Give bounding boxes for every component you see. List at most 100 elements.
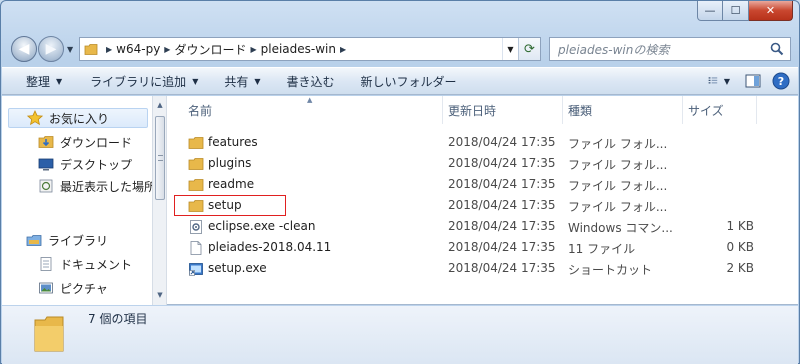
file-size: 0 KB xyxy=(726,240,754,254)
recent-places-icon xyxy=(38,178,54,194)
close-button[interactable]: ✕ xyxy=(749,1,793,21)
chevron-down-icon: ▼ xyxy=(56,76,63,86)
column-date[interactable]: 更新日時 xyxy=(442,102,496,120)
scrollbar-thumb[interactable] xyxy=(155,116,165,200)
file-name: pleiades-2018.04.11 xyxy=(208,240,332,254)
file-date: 2018/04/24 17:35 xyxy=(448,261,556,275)
preview-pane-icon xyxy=(745,74,761,88)
search-input[interactable]: pleiades-winの検索 xyxy=(549,37,791,61)
column-headers: ▲ 名前 更新日時 種類 サイズ xyxy=(168,96,798,124)
folder-icon xyxy=(84,43,98,55)
nav-item-recent[interactable]: 最近表示した場所 xyxy=(38,176,152,196)
breadcrumb-arrow-icon[interactable]: ▶ xyxy=(250,45,256,54)
recent-pages-dropdown[interactable]: ▼ xyxy=(67,45,73,54)
forward-button[interactable]: ▶ xyxy=(38,36,64,62)
search-icon[interactable] xyxy=(770,42,784,56)
highlight-annotation xyxy=(174,195,286,216)
column-size[interactable]: サイズ xyxy=(682,102,724,120)
organize-button[interactable]: 整理 ▼ xyxy=(16,73,72,90)
refresh-button[interactable]: ⟳ xyxy=(518,38,540,60)
breadcrumb-arrow-icon[interactable]: ▶ xyxy=(340,45,346,54)
file-type: ファイル フォル... xyxy=(568,158,668,172)
new-folder-label: 新しいフォルダー xyxy=(360,74,457,89)
column-divider[interactable] xyxy=(756,96,757,124)
file-row-plugins[interactable]: plugins 2018/04/24 17:35 ファイル フォル... xyxy=(172,153,796,174)
view-options-button[interactable]: ▼ xyxy=(708,71,730,91)
file-name: eclipse.exe -clean xyxy=(208,219,316,233)
column-type[interactable]: 種類 xyxy=(562,102,592,120)
file-row-eclipse-clean[interactable]: eclipse.exe -clean 2018/04/24 17:35 Wind… xyxy=(172,216,796,237)
file-type: 11 ファイル xyxy=(568,242,636,256)
back-button[interactable]: ◀ xyxy=(11,36,37,62)
file-date: 2018/04/24 17:35 xyxy=(448,177,556,191)
maximize-icon: ☐ xyxy=(730,4,741,17)
scroll-down-icon[interactable]: ▼ xyxy=(155,290,165,300)
share-button[interactable]: 共有 ▼ xyxy=(214,73,270,90)
add-to-library-button[interactable]: ライブラリに追加 ▼ xyxy=(80,73,208,90)
file-row-pleiades-version[interactable]: pleiades-2018.04.11 2018/04/24 17:35 11 … xyxy=(172,237,796,258)
file-date: 2018/04/24 17:35 xyxy=(448,135,556,149)
file-type: ファイル フォル... xyxy=(568,179,668,193)
burn-label: 書き込む xyxy=(286,74,335,89)
view-list-icon xyxy=(708,77,718,84)
minimize-icon: — xyxy=(704,4,716,17)
navigation-scrollbar[interactable]: ▲ ▼ xyxy=(152,96,167,305)
sort-ascending-icon: ▲ xyxy=(307,96,313,104)
chevron-down-icon: ▼ xyxy=(192,76,199,86)
file-size: 2 KB xyxy=(726,261,754,275)
details-pane: 7 個の項目 xyxy=(2,306,798,364)
chevron-down-icon: ▼ xyxy=(723,76,730,86)
file-name: plugins xyxy=(208,156,252,170)
libraries-icon xyxy=(26,232,42,248)
forward-arrow-icon: ▶ xyxy=(45,41,57,57)
nav-item-favorites[interactable]: お気に入り xyxy=(8,108,148,128)
nav-item-documents[interactable]: ドキュメント xyxy=(38,254,132,274)
breadcrumb-w64-py[interactable]: w64-py xyxy=(116,42,160,56)
caption-buttons: — ☐ ✕ xyxy=(697,1,793,21)
new-folder-button[interactable]: 新しいフォルダー xyxy=(351,73,467,90)
breadcrumb-arrow-icon[interactable]: ▶ xyxy=(164,45,170,54)
close-icon: ✕ xyxy=(765,4,776,17)
file-row-features[interactable]: features 2018/04/24 17:35 ファイル フォル... xyxy=(172,132,796,153)
maximize-button[interactable]: ☐ xyxy=(723,1,749,21)
nav-item-label: ダウンロード xyxy=(60,135,133,150)
address-bar[interactable]: ▶ w64-py ▶ ダウンロード ▶ pleiades-win ▶ ▼ ⟳ xyxy=(79,37,541,61)
file-row-setup-exe[interactable]: setup.exe 2018/04/24 17:35 ショートカット 2 KB xyxy=(172,258,796,279)
nav-item-label: デスクトップ xyxy=(60,157,133,172)
file-date: 2018/04/24 17:35 xyxy=(448,240,556,254)
svg-text:?: ? xyxy=(778,75,784,88)
burn-button[interactable]: 書き込む xyxy=(277,73,345,90)
nav-item-libraries[interactable]: ライブラリ xyxy=(26,230,108,250)
refresh-icon: ⟳ xyxy=(524,41,535,57)
folder-icon xyxy=(34,316,64,352)
file-name: features xyxy=(208,135,258,149)
preview-pane-button[interactable] xyxy=(742,71,764,91)
file-type: ファイル フォル... xyxy=(568,137,668,151)
file-row-readme[interactable]: readme 2018/04/24 17:35 ファイル フォル... xyxy=(172,174,796,195)
file-date: 2018/04/24 17:35 xyxy=(448,198,556,212)
minimize-button[interactable]: — xyxy=(697,1,723,21)
file-date: 2018/04/24 17:35 xyxy=(448,219,556,233)
column-name[interactable]: 名前 xyxy=(182,102,212,120)
content-area: お気に入り ダウンロード デスクトップ 最近表示した場所 ライブラリ ドキュメン… xyxy=(2,96,798,305)
scroll-up-icon[interactable]: ▲ xyxy=(155,100,165,110)
nav-item-desktop[interactable]: デスクトップ xyxy=(38,154,132,174)
breadcrumb-pleiades-win[interactable]: pleiades-win xyxy=(261,42,336,56)
command-bar: 整理 ▼ ライブラリに追加 ▼ 共有 ▼ 書き込む 新しいフォルダー ▼ ? xyxy=(2,67,798,95)
chevron-down-icon: ▼ xyxy=(254,76,261,86)
item-count: 7 個の項目 xyxy=(88,312,148,326)
breadcrumb-arrow-icon[interactable]: ▶ xyxy=(106,45,112,54)
address-history-dropdown[interactable]: ▼ xyxy=(502,38,518,60)
help-button[interactable]: ? xyxy=(770,71,792,91)
file-icon xyxy=(190,241,202,255)
nav-item-downloads[interactable]: ダウンロード xyxy=(38,132,132,152)
shortcut-icon xyxy=(189,263,203,276)
breadcrumb-downloads[interactable]: ダウンロード xyxy=(174,41,246,58)
share-label: 共有 xyxy=(224,74,249,89)
star-icon xyxy=(27,110,43,126)
organize-label: 整理 xyxy=(26,74,51,89)
documents-icon xyxy=(38,256,54,272)
file-size: 1 KB xyxy=(726,219,754,233)
file-name: readme xyxy=(208,177,255,191)
nav-item-pictures[interactable]: ピクチャ xyxy=(38,278,108,298)
